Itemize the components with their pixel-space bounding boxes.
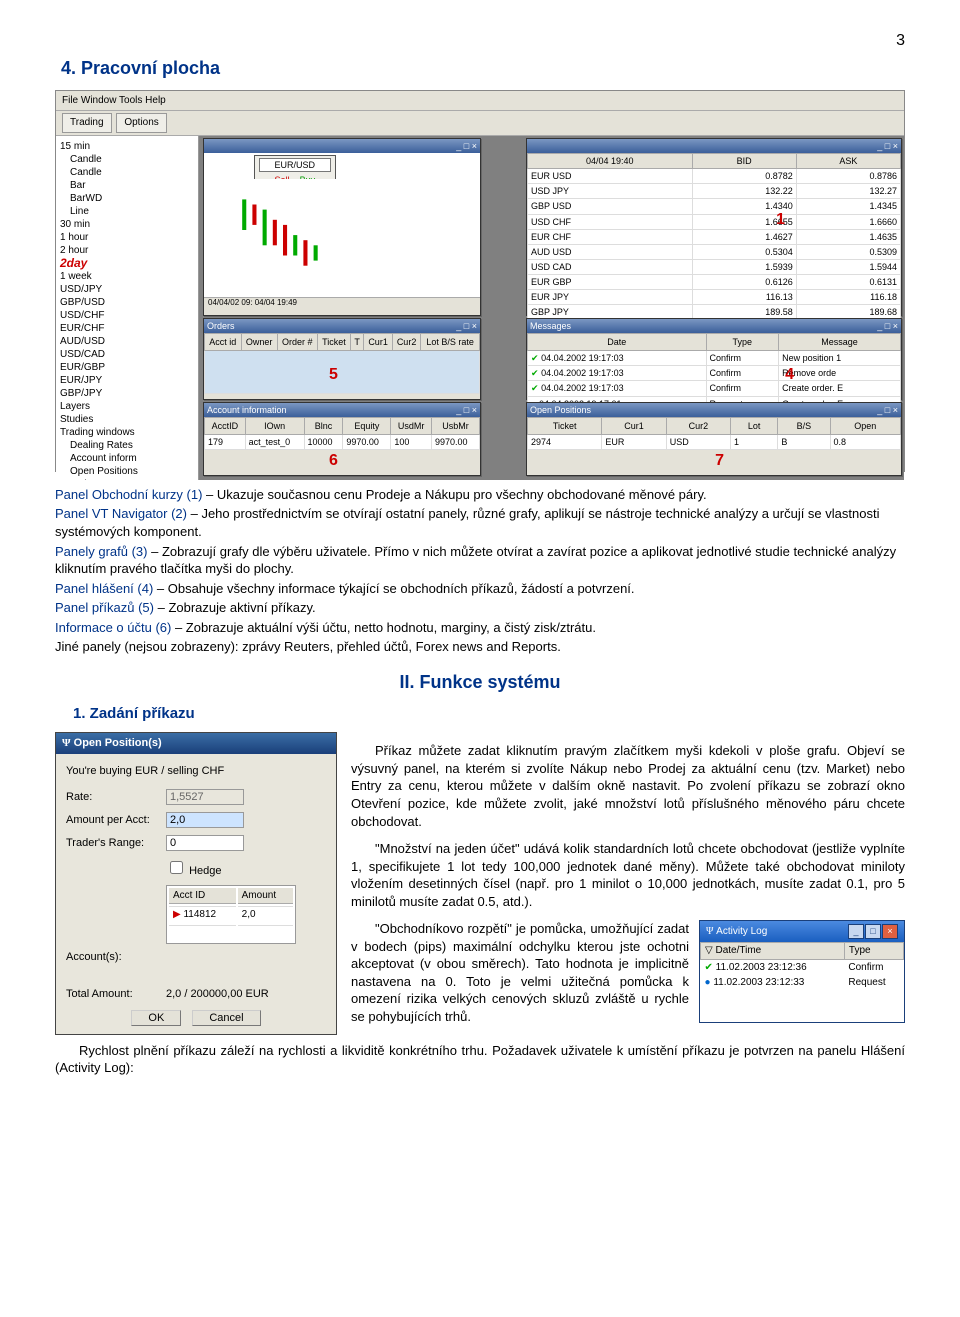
quotes-window[interactable]: _ □ × 04/04 19:40BIDASK EUR USD0.87820.8…: [526, 138, 902, 316]
paragraph-1: Příkaz můžete zadat kliknutím pravým zla…: [351, 742, 905, 830]
tree-layers[interactable]: Layers: [60, 400, 194, 413]
close-icon: ×: [882, 924, 898, 939]
tree-pair[interactable]: AUD/USD: [60, 335, 194, 348]
tree-pair[interactable]: USD/CAD: [60, 348, 194, 361]
ok-button[interactable]: OK: [131, 1010, 181, 1026]
tree-pair[interactable]: GBP/USD: [60, 296, 194, 309]
annotation-6: 6: [329, 450, 338, 472]
annotation-4: 4: [785, 364, 794, 386]
tree-pair[interactable]: EUR/CHF: [60, 322, 194, 335]
tree-barwd[interactable]: BarWD: [60, 192, 194, 205]
range-field[interactable]: [166, 835, 244, 851]
tree-pair[interactable]: USD/JPY: [60, 283, 194, 296]
tree-1h[interactable]: 1 hour: [60, 231, 194, 244]
maximize-icon: □: [865, 924, 881, 939]
tabbar: Trading Options: [56, 111, 904, 136]
accounts-mini-table[interactable]: Acct IDAmount ▶ 1148122,0: [166, 885, 296, 945]
amount-field[interactable]: [166, 812, 244, 828]
menubar: File Window Tools Help: [56, 91, 904, 112]
chart-window[interactable]: _ □ × EUR/USD Sell Buy 0.8782 ↑ 0.8786 ↑…: [203, 138, 481, 316]
annotation-1: 1: [776, 209, 785, 231]
messages-window[interactable]: Messages_ □ × DateTypeMessage ✔ 04.04.20…: [526, 318, 902, 400]
tree-trading-windows[interactable]: Trading windows: [60, 426, 194, 439]
chart-plot-area[interactable]: [218, 179, 450, 281]
annotation-7: 7: [715, 450, 724, 472]
hedge-checkbox[interactable]: [170, 861, 183, 874]
tree-bar[interactable]: Bar: [60, 179, 194, 192]
heading-zadani-prikazu: 1. Zadání příkazu: [73, 704, 905, 724]
tree-studies[interactable]: Studies: [60, 413, 194, 426]
tab-options[interactable]: Options: [116, 113, 166, 133]
positions-window[interactable]: Open Positions_ □ × TicketCur1Cur2LotB/S…: [526, 402, 902, 476]
tree-candle2[interactable]: Candle: [60, 166, 194, 179]
quotes-table[interactable]: 04/04 19:40BIDASK EUR USD0.87820.8786 US…: [527, 153, 901, 321]
heading-pracovni-plocha: 4. Pracovní plocha: [61, 56, 905, 80]
page-number: 3: [55, 30, 905, 52]
tree-2h[interactable]: 2 hour: [60, 244, 194, 257]
trading-app-screenshot: File Window Tools Help Trading Options 1…: [55, 90, 905, 472]
tree-2day[interactable]: 2day: [60, 257, 194, 270]
tree-pair[interactable]: EUR/JPY: [60, 374, 194, 387]
annotation-5: 5: [329, 364, 338, 386]
orders-window[interactable]: Orders_ □ × Acct idOwnerOrder #TicketTCu…: [203, 318, 481, 400]
dialog-subtitle: You're buying EUR / selling CHF: [66, 764, 326, 779]
paragraph-2: "Množství na jeden účet" udává kolik sta…: [351, 840, 905, 910]
tree-accountinfo[interactable]: Account inform: [60, 452, 194, 465]
rate-field: [166, 789, 244, 805]
tree-pair[interactable]: USD/CHF: [60, 309, 194, 322]
open-position-dialog: Ψ Open Position(s) You're buying EUR / s…: [55, 732, 337, 1035]
dialog-titlebar: Ψ Open Position(s): [56, 733, 336, 754]
chart-status: 04/04/02 09: 04/04 19:49: [204, 297, 480, 311]
tree-orders[interactable]: Orders: [60, 478, 194, 480]
heading-funkce: II. Funkce systému: [55, 670, 905, 694]
tree-30min[interactable]: 30 min: [60, 218, 194, 231]
tree-candle[interactable]: Candle: [60, 153, 194, 166]
tree-15min[interactable]: 15 min: [60, 140, 194, 153]
cancel-button[interactable]: Cancel: [192, 1010, 260, 1026]
tree-pair[interactable]: GBP/JPY: [60, 387, 194, 400]
tab-trading[interactable]: Trading: [62, 113, 112, 133]
minimize-icon: _: [848, 924, 864, 939]
tree-openpos[interactable]: Open Positions: [60, 465, 194, 478]
tree-line[interactable]: Line: [60, 205, 194, 218]
navigator-tree[interactable]: 15 min Candle Candle Bar BarWD Line 30 m…: [56, 136, 199, 480]
panel-descriptions: Panel Obchodní kurzy (1) – Ukazuje souča…: [55, 486, 905, 656]
activity-log-window: Ψ Activity Log _□× ▽ Date/TimeType ✔ 11.…: [699, 920, 905, 1023]
paragraph-4: Rychlost plnění příkazu záleží na rychlo…: [55, 1042, 905, 1077]
tree-pair[interactable]: EUR/GBP: [60, 361, 194, 374]
tree-dealingrates[interactable]: Dealing Rates: [60, 439, 194, 452]
tree-1week[interactable]: 1 week: [60, 270, 194, 283]
window-controls[interactable]: _□×: [847, 924, 898, 939]
account-window[interactable]: Account information_ □ × AcctIDIOwnBlncE…: [203, 402, 481, 476]
